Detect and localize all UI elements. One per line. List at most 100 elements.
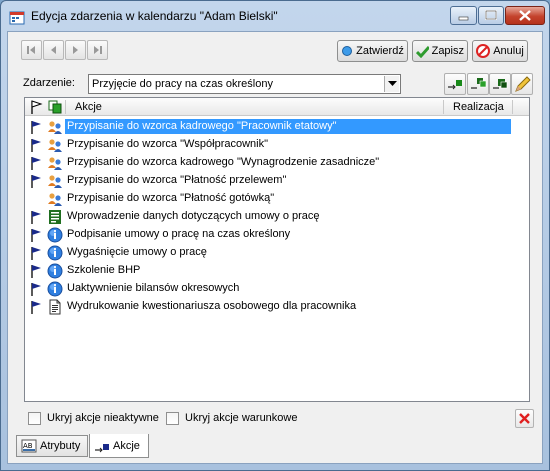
- list-item-label: Przypisanie do wzorca kadrowego "Wynagro…: [67, 156, 380, 168]
- next-icon: [73, 46, 78, 54]
- flag-icon: [31, 157, 41, 170]
- cancel-icon: [476, 44, 491, 58]
- list-item-label: Wydrukowanie kwestionariusza osobowego d…: [67, 300, 357, 312]
- header-separator: [512, 100, 513, 114]
- checkmark-icon: [416, 45, 429, 58]
- duplicate-action-button[interactable]: [489, 73, 511, 95]
- list-item[interactable]: Wydrukowanie kwestionariusza osobowego d…: [25, 298, 529, 316]
- actions-tab-icon: [95, 443, 109, 452]
- globe-info-icon: [47, 245, 63, 261]
- close-icon: [519, 10, 531, 21]
- people-icon: [48, 157, 62, 170]
- people-icon: [48, 139, 62, 152]
- add-action-icon: [448, 80, 462, 90]
- chevron-down-icon: [387, 81, 397, 86]
- list-item-label: Podpisanie umowy o pracę na czas określo…: [67, 228, 291, 240]
- last-icon: [94, 46, 102, 54]
- minimize-icon: [458, 16, 469, 21]
- flag-header-icon: [31, 100, 43, 114]
- people-icon: [48, 121, 62, 134]
- tab-attributes-label: Atrybuty: [40, 440, 81, 452]
- event-label: Zdarzenie:: [23, 77, 75, 89]
- add-action-button[interactable]: [444, 73, 466, 95]
- calendar-app-icon: [9, 11, 25, 25]
- confirm-dot-icon: [342, 46, 353, 56]
- tab-actions[interactable]: Akcje: [89, 434, 149, 458]
- previous-record-button[interactable]: [43, 40, 64, 60]
- copy-header-icon: [48, 100, 62, 114]
- flag-icon: [31, 175, 41, 188]
- flag-icon: [31, 229, 41, 242]
- title-bar[interactable]: Edycja zdarzenia w kalendarzu "Adam Biel…: [1, 1, 549, 31]
- flag-icon: [31, 283, 41, 296]
- list-item[interactable]: Podpisanie umowy o pracę na czas określo…: [25, 226, 529, 244]
- flag-icon: [31, 121, 41, 134]
- list-item-label: Przypisanie do wzorca "Płatność przelewe…: [67, 174, 287, 186]
- dialog-window: Edycja zdarzenia w kalendarzu "Adam Biel…: [0, 0, 550, 471]
- attributes-icon: AB: [21, 439, 37, 453]
- last-record-button[interactable]: [87, 40, 108, 60]
- people-icon: [48, 193, 62, 206]
- first-record-button[interactable]: [21, 40, 42, 60]
- list-item[interactable]: Szkolenie BHP: [25, 262, 529, 280]
- list-item-label: Wprowadzenie danych dotyczących umowy o …: [67, 210, 320, 222]
- list-item[interactable]: Przypisanie do wzorca kadrowego "Wynagro…: [25, 154, 529, 172]
- save-button[interactable]: Zapisz: [412, 40, 468, 62]
- hide-conditional-checkbox[interactable]: [166, 412, 179, 425]
- dropdown-arrow-button[interactable]: [384, 76, 399, 92]
- pencil-icon: [515, 76, 531, 92]
- list-item[interactable]: Wygaśnięcie umowy o pracę: [25, 244, 529, 262]
- copy-action-button[interactable]: [467, 73, 489, 95]
- column-header-actions[interactable]: Akcje: [75, 101, 102, 113]
- close-window-button[interactable]: [505, 6, 545, 25]
- delete-action-button[interactable]: [515, 409, 534, 428]
- maximize-icon: [485, 10, 497, 20]
- hide-inactive-checkbox[interactable]: [28, 412, 41, 425]
- previous-icon: [51, 46, 56, 54]
- actions-list[interactable]: Akcje Realizacja Przypisanie do wzorca k…: [24, 97, 530, 402]
- cancel-label: Anuluj: [493, 45, 524, 57]
- flag-icon: [31, 211, 41, 224]
- header-separator: [65, 100, 66, 114]
- list-item[interactable]: Przypisanie do wzorca "Płatność gotówką": [25, 190, 529, 208]
- column-header-realization[interactable]: Realizacja: [453, 101, 504, 113]
- copy-action-icon: [471, 78, 487, 89]
- tab-attributes[interactable]: AB Atrybuty: [16, 435, 88, 457]
- event-select[interactable]: Przyjęcie do pracy na czas określony: [88, 74, 401, 94]
- list-item-label: Przypisanie do wzorca "Współpracownik": [67, 138, 268, 150]
- list-item[interactable]: Uaktywnienie bilansów okresowych: [25, 280, 529, 298]
- delete-x-icon: [519, 413, 530, 424]
- confirm-button[interactable]: Zatwierdź: [337, 40, 408, 62]
- first-icon: [27, 46, 35, 54]
- list-item[interactable]: Przypisanie do wzorca "Płatność przelewe…: [25, 172, 529, 190]
- svg-text:AB: AB: [23, 442, 33, 450]
- confirm-label: Zatwierdź: [356, 45, 404, 57]
- window-title: Edycja zdarzenia w kalendarzu "Adam Biel…: [31, 9, 278, 23]
- dialog-client: Zatwierdź Zapisz Anuluj Zdarzenie: Przyj…: [7, 31, 543, 464]
- hide-inactive-label[interactable]: Ukryj akcje nieaktywne: [47, 412, 159, 424]
- minimize-button[interactable]: [450, 6, 477, 25]
- next-record-button[interactable]: [65, 40, 86, 60]
- tab-actions-label: Akcje: [113, 439, 140, 452]
- flag-icon: [31, 247, 41, 260]
- edit-action-button[interactable]: [511, 73, 533, 95]
- event-select-value: Przyjęcie do pracy na czas określony: [92, 78, 273, 90]
- globe-info-icon: [47, 263, 63, 279]
- list-item-label: Uaktywnienie bilansów okresowych: [67, 282, 240, 294]
- list-item[interactable]: Przypisanie do wzorca "Współpracownik": [25, 136, 529, 154]
- list-item[interactable]: Przypisanie do wzorca kadrowego "Pracown…: [25, 118, 529, 136]
- list-item-label: Przypisanie do wzorca kadrowego "Pracown…: [65, 119, 511, 134]
- maximize-button[interactable]: [478, 6, 504, 25]
- cancel-button[interactable]: Anuluj: [472, 40, 528, 62]
- list-item[interactable]: Wprowadzenie danych dotyczących umowy o …: [25, 208, 529, 226]
- form-icon: [49, 210, 61, 224]
- globe-info-icon: [47, 227, 63, 243]
- header-separator: [443, 100, 444, 114]
- save-label: Zapisz: [431, 45, 464, 57]
- globe-info-icon: [47, 281, 63, 297]
- list-item-label: Przypisanie do wzorca "Płatność gotówką": [67, 192, 275, 204]
- flag-icon: [31, 265, 41, 278]
- list-header: Akcje Realizacja: [25, 98, 529, 116]
- list-item-label: Wygaśnięcie umowy o pracę: [67, 246, 207, 258]
- hide-conditional-label[interactable]: Ukryj akcje warunkowe: [185, 412, 297, 424]
